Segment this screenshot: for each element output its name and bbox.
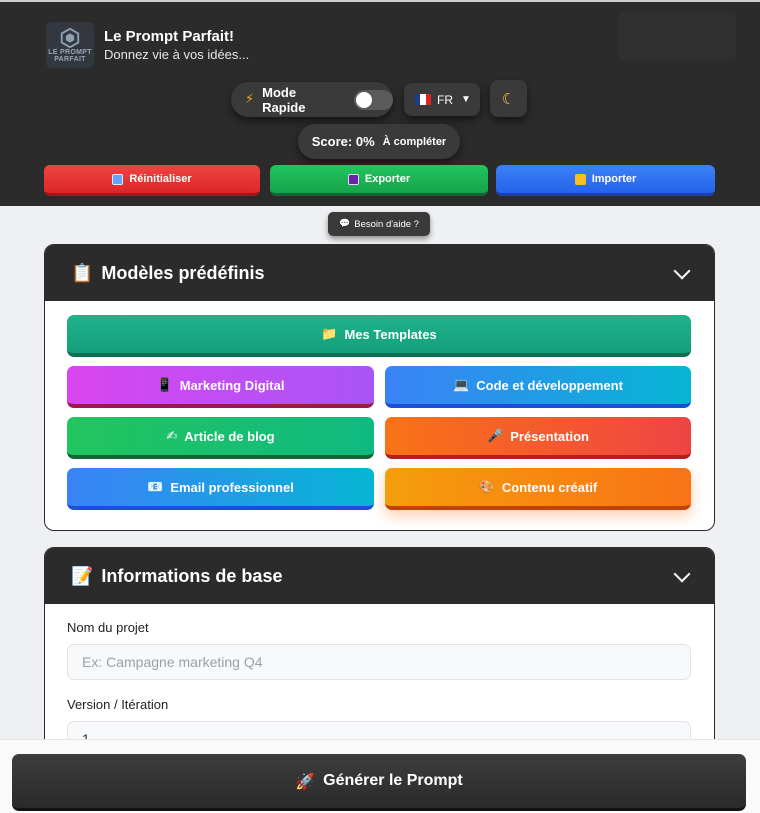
chevron-down-icon[interactable] xyxy=(673,565,691,583)
palette-icon: 🎨 xyxy=(478,479,495,495)
speech-bubble-icon: 💬 xyxy=(339,219,351,229)
app-subtitle: Donnez vie à vos idées... xyxy=(104,47,250,62)
writing-hand-icon: ✍ xyxy=(166,428,178,444)
caret-down-icon: ▼ xyxy=(461,94,471,105)
language-select[interactable]: FR ▼ xyxy=(404,83,480,116)
template-label: Email professionnel xyxy=(170,479,294,495)
template-label: Mes Templates xyxy=(344,326,437,342)
refresh-icon xyxy=(112,173,124,185)
laptop-icon: 💻 xyxy=(453,377,470,393)
hexagon-logo-icon xyxy=(60,27,80,49)
app-header: LE PROMPT PARFAIT Le Prompt Parfait! Don… xyxy=(0,0,760,206)
moon-icon: ☾ xyxy=(501,89,516,108)
import-label: Importer xyxy=(591,173,637,185)
template-creative-content[interactable]: 🎨 Contenu créatif xyxy=(385,468,691,510)
template-blog-article[interactable]: ✍ Article de blog xyxy=(67,417,374,459)
generate-prompt-button[interactable]: 🚀 Générer le Prompt xyxy=(12,754,746,811)
basic-info-card-header[interactable]: 📝 Informations de base xyxy=(45,548,714,604)
language-value: FR xyxy=(437,92,453,107)
template-label: Article de blog xyxy=(184,428,275,444)
france-flag-icon xyxy=(415,94,431,105)
generate-bar: 🚀 Générer le Prompt xyxy=(0,739,760,813)
import-button[interactable]: Importer xyxy=(496,165,715,196)
score-value: Score: 0% xyxy=(311,134,375,149)
templates-card: 📋 Modèles prédéfinis 📁 Mes Templates 📱 M… xyxy=(44,244,715,531)
help-button[interactable]: 💬 Besoin d'aide ? xyxy=(328,212,430,236)
templates-card-header[interactable]: 📋 Modèles prédéfinis xyxy=(45,245,714,301)
brand: LE PROMPT PARFAIT Le Prompt Parfait! Don… xyxy=(46,22,249,68)
quick-mode-label: Mode Rapide xyxy=(262,84,306,115)
template-label: Marketing Digital xyxy=(179,377,285,393)
template-presentation[interactable]: 🎤 Présentation xyxy=(385,417,691,459)
templates-card-title: Modèles prédéfinis xyxy=(101,262,265,283)
app-logo: LE PROMPT PARFAIT xyxy=(46,22,94,68)
export-button[interactable]: Exporter xyxy=(270,165,488,196)
header-placeholder xyxy=(618,12,736,60)
phone-icon: 📱 xyxy=(156,377,173,393)
basic-info-card-title: Informations de base xyxy=(101,565,283,586)
generate-label: Générer le Prompt xyxy=(323,772,463,789)
score-status: À compléter xyxy=(382,135,447,148)
lightning-icon: ⚡ xyxy=(245,92,255,107)
help-label: Besoin d'aide ? xyxy=(354,218,419,230)
folder-icon: 📁 xyxy=(321,326,338,342)
floppy-disk-icon xyxy=(347,173,359,185)
template-label: Présentation xyxy=(510,428,589,444)
toggle-switch[interactable] xyxy=(353,89,393,110)
template-label: Contenu créatif xyxy=(501,479,598,495)
folder-open-icon xyxy=(574,173,586,185)
memo-icon: 📝 xyxy=(71,565,94,587)
microphone-icon: 🎤 xyxy=(487,428,504,444)
template-marketing-digital[interactable]: 📱 Marketing Digital xyxy=(67,366,374,408)
clipboard-icon: 📋 xyxy=(71,262,94,284)
export-label: Exporter xyxy=(364,173,411,185)
chevron-down-icon[interactable] xyxy=(673,262,691,280)
project-name-label: Nom du projet xyxy=(67,620,149,635)
toggle-knob xyxy=(355,91,372,108)
dark-mode-button[interactable]: ☾ xyxy=(490,80,527,117)
logo-text: LE PROMPT PARFAIT xyxy=(48,49,92,63)
template-label: Code et développement xyxy=(476,377,623,393)
template-professional-email[interactable]: 📧 Email professionnel xyxy=(67,468,374,510)
quick-mode-toggle[interactable]: ⚡ Mode Rapide xyxy=(231,82,393,117)
score-badge: Score: 0% À compléter xyxy=(298,124,460,159)
app-title: Le Prompt Parfait! xyxy=(104,28,235,45)
template-code-development[interactable]: 💻 Code et développement xyxy=(385,366,691,408)
template-my-templates[interactable]: 📁 Mes Templates xyxy=(67,315,691,357)
rocket-icon: 🚀 xyxy=(295,771,316,791)
version-label: Version / Itération xyxy=(67,697,169,712)
email-icon: 📧 xyxy=(147,479,164,495)
reset-button[interactable]: Réinitialiser xyxy=(44,165,260,196)
reset-label: Réinitialiser xyxy=(129,173,192,185)
project-name-input[interactable] xyxy=(67,644,691,680)
